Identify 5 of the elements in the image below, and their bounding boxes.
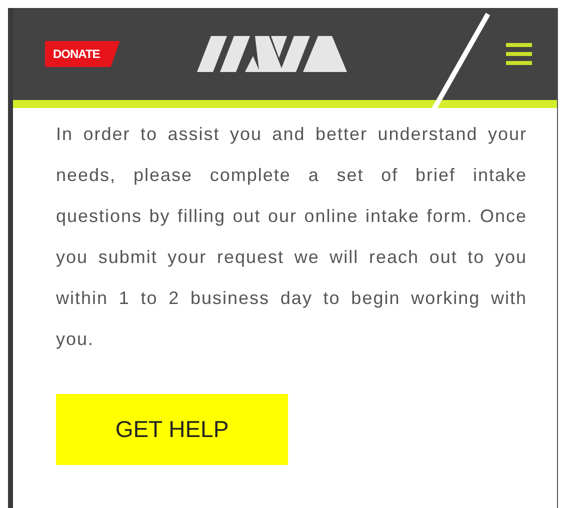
intro-paragraph: In order to assist you and better understand your needs, please complete a set of brief intake questions by filling out our online intake form. Once you submit your request we will reach out to you within 1 to 2 business day to begin working with you. (56, 123, 527, 351)
logo-icon (196, 36, 347, 72)
get-help-button[interactable]: GET HELP (56, 394, 288, 465)
donate-button[interactable]: DONATE (45, 41, 120, 67)
menu-icon[interactable] (506, 42, 532, 66)
